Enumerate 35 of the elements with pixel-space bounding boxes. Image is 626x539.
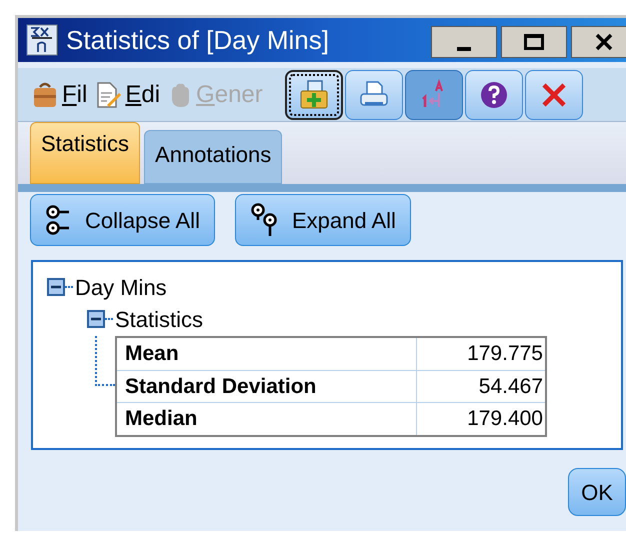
expand-all-button[interactable]: Expand All (234, 194, 411, 246)
add-folder-icon (298, 78, 330, 110)
table-cell: 54.467 (416, 370, 546, 402)
minimize-icon (457, 47, 471, 51)
tab[interactable]: Statistics (30, 122, 140, 184)
help-icon (478, 80, 509, 110)
document-edit-icon (95, 80, 122, 108)
table-cell: 179.775 (416, 337, 546, 370)
minimize-button[interactable] (431, 26, 497, 58)
toolbar-button[interactable] (464, 70, 523, 120)
tab[interactable]: Annotations (144, 130, 282, 184)
menu-item[interactable]: Edi (95, 76, 160, 112)
collapse-all-button[interactable]: Collapse All (30, 194, 215, 246)
briefcase-icon (32, 80, 58, 108)
table-cell: Mean (116, 337, 416, 370)
delete-icon (540, 80, 568, 108)
toolbar-button[interactable] (284, 70, 343, 120)
table-cell: Standard Deviation (116, 370, 416, 402)
window-title: Statistics of [Day Mins] (66, 24, 329, 56)
maximize-icon (524, 34, 544, 50)
tree-label: Day Mins (74, 274, 167, 302)
table-cell: Median (116, 402, 416, 436)
collapse-toggle-icon[interactable] (87, 310, 105, 328)
collapse-icon (45, 204, 71, 236)
tree-label: Statistics (114, 306, 204, 334)
collapse-toggle-icon[interactable] (47, 278, 65, 296)
menu-item[interactable]: Fil (32, 76, 88, 112)
maximize-button[interactable] (501, 26, 567, 58)
close-icon (594, 33, 614, 51)
expand-icon (250, 203, 278, 237)
statistics-icon (26, 24, 58, 56)
tree-connector-line (95, 336, 115, 386)
close-button[interactable] (571, 26, 626, 58)
ok-button[interactable]: OK (568, 468, 626, 516)
table-cell: 179.400 (416, 402, 546, 436)
